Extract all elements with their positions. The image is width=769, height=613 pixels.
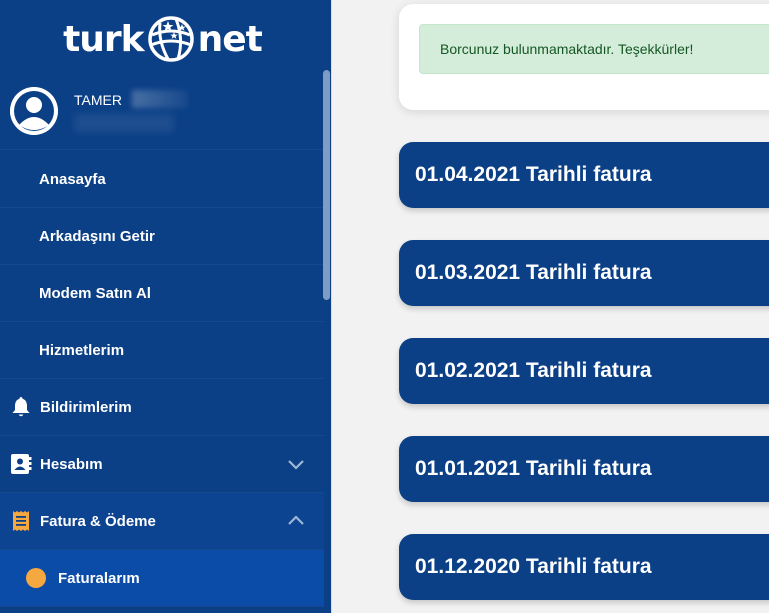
alert-text: Borcunuz bulunmamaktadır. Teşekkürler!	[440, 41, 694, 57]
success-alert: Borcunuz bulunmamaktadır. Teşekkürler!	[419, 24, 769, 74]
sidebar-divider	[331, 0, 332, 613]
globe-icon	[147, 16, 194, 62]
sidebar-item-faturalarim[interactable]: Faturalarım	[0, 550, 324, 607]
chevron-up-icon	[288, 515, 304, 525]
chevron-down-icon	[288, 460, 304, 470]
alert-card: Borcunuz bulunmamaktadır. Teşekkürler!	[399, 4, 769, 110]
user-icon	[10, 87, 58, 135]
sidebar-item-label: Fatura & Ödeme	[40, 512, 156, 530]
contact-card-icon	[10, 453, 32, 475]
brand-right: net	[197, 18, 263, 60]
sidebar-item-fatura[interactable]: Fatura & Ödeme	[0, 493, 324, 550]
sidebar-item-modem[interactable]: Modem Satın Al	[0, 265, 324, 322]
invoice-title: 01.01.2021 Tarihli fatura	[415, 457, 652, 480]
invoice-title: 01.03.2021 Tarihli fatura	[415, 261, 652, 284]
bell-icon	[10, 396, 32, 418]
invoice-title: 01.02.2021 Tarihli fatura	[415, 359, 652, 382]
sidebar-item-label: Hizmetlerim	[39, 341, 125, 359]
user-profile[interactable]: TAMER	[0, 78, 324, 150]
user-name: TAMER	[74, 92, 122, 108]
invoice-item[interactable]: 01.04.2021 Tarihli fatura	[399, 142, 769, 208]
sidebar-item-label: Bildirimlerim	[40, 398, 132, 416]
receipt-icon	[10, 510, 32, 532]
sidebar-item-label: Faturalarım	[58, 569, 140, 587]
sidebar-scrollbar-thumb[interactable]	[323, 70, 330, 300]
invoice-item[interactable]: 01.12.2020 Tarihli fatura	[399, 534, 769, 600]
active-dot-icon	[26, 568, 46, 588]
sidebar-item-hesabim[interactable]: Hesabım	[0, 436, 324, 493]
sidebar-item-label: Modem Satın Al	[39, 284, 151, 302]
avatar	[10, 87, 58, 135]
sidebar-item-label: Arkadaşını Getir	[39, 227, 155, 245]
sidebar-item-anasayfa[interactable]: Anasayfa	[0, 151, 324, 208]
sidebar: turk net TAMER Anasayfa Arkadaşını Getir…	[0, 0, 331, 613]
redacted-name	[132, 90, 188, 108]
invoice-item[interactable]: 01.02.2021 Tarihli fatura	[399, 338, 769, 404]
invoice-title: 01.04.2021 Tarihli fatura	[415, 163, 652, 186]
sidebar-item-bildirimler[interactable]: Bildirimlerim	[0, 379, 324, 436]
invoice-item[interactable]: 01.03.2021 Tarihli fatura	[399, 240, 769, 306]
invoice-item[interactable]: 01.01.2021 Tarihli fatura	[399, 436, 769, 502]
sidebar-item-hizmetler[interactable]: Hizmetlerim	[0, 322, 324, 379]
brand-logo[interactable]: turk net	[0, 0, 331, 78]
redacted-info	[74, 114, 174, 132]
sidebar-item-label: Anasayfa	[39, 170, 106, 188]
sidebar-item-label: Hesabım	[40, 455, 103, 473]
invoice-title: 01.12.2020 Tarihli fatura	[415, 555, 652, 578]
brand-left: turk	[63, 18, 145, 60]
sidebar-item-arkadas[interactable]: Arkadaşını Getir	[0, 208, 324, 265]
